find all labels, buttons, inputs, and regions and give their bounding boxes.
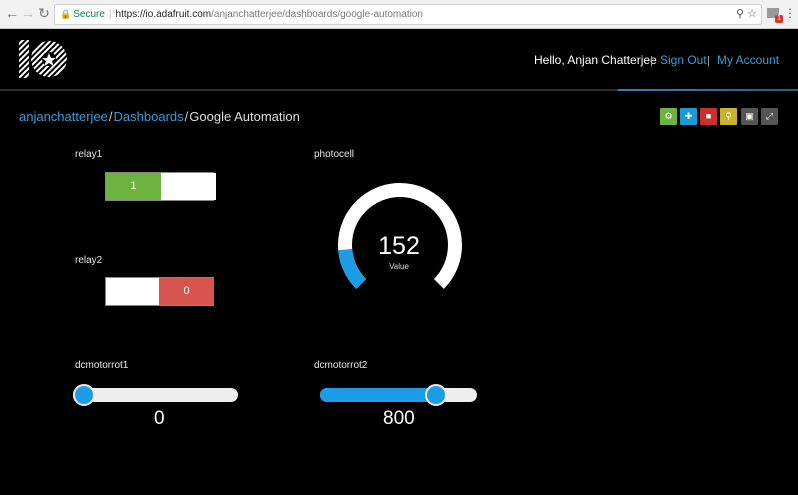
relay1-on-segment[interactable]: 1 xyxy=(106,173,161,200)
dcmotorrot2-thumb[interactable] xyxy=(425,384,448,406)
browser-toolbar: ← → ↻ 🔒 Secure | https://io.adafruit.com/an… xyxy=(0,0,798,29)
breadcrumb-separator: / xyxy=(108,109,113,124)
greeting: Hello, Anjan Chatterjee xyxy=(534,53,657,67)
breadcrumb-user-link[interactable]: anjanchatterjee xyxy=(19,109,108,124)
photocell-gauge: 152 Value xyxy=(330,168,470,308)
settings-button[interactable]: ⚙ xyxy=(660,108,677,125)
extension-icon[interactable]: 1 xyxy=(766,6,783,23)
adafruit-io-logo[interactable] xyxy=(18,38,68,80)
relay1-off-segment[interactable] xyxy=(161,173,216,200)
address-bar[interactable]: 🔒 Secure | https://io.adafruit.com/anjancha… xyxy=(54,4,762,25)
star-icon[interactable]: ☆ xyxy=(747,8,757,20)
relay2-toggle[interactable]: 0 xyxy=(105,277,214,306)
key-icon[interactable]: ⚲ xyxy=(736,8,744,20)
lock-icon: ▣ xyxy=(745,111,754,121)
dcmotorrot1-value: 0 xyxy=(154,408,165,429)
header-divider: | xyxy=(707,55,710,67)
page-title: Google Automation xyxy=(189,109,300,124)
photocell-value: 152 xyxy=(378,232,420,260)
relay2-on-segment[interactable] xyxy=(106,278,161,305)
dcmotorrot2-label: dcmotorrot2 xyxy=(314,360,368,371)
relay2-off-segment[interactable]: 0 xyxy=(159,278,214,305)
url-host: https://io.adafruit.com xyxy=(115,9,212,20)
header-divider: | xyxy=(650,55,653,67)
add-block-button[interactable]: ✚ xyxy=(680,108,697,125)
photocell-label: photocell xyxy=(314,149,355,160)
plus-icon: ✚ xyxy=(684,111,693,121)
gear-icon: ⚙ xyxy=(664,111,673,121)
url-separator: | xyxy=(108,9,112,20)
dcmotorrot1-slider[interactable] xyxy=(73,388,238,402)
photocell-caption: Value xyxy=(389,262,409,271)
relay1-label: relay1 xyxy=(75,149,103,160)
fullscreen-button[interactable]: ⤢ xyxy=(761,108,778,125)
dcmotorrot2-value: 800 xyxy=(383,408,415,429)
browser-menu-icon[interactable]: ⋮ xyxy=(784,5,796,21)
back-icon[interactable]: ← xyxy=(4,5,20,21)
dcmotorrot2-slider[interactable] xyxy=(320,388,477,402)
relay1-toggle[interactable]: 1 xyxy=(105,172,216,201)
my-account-link[interactable]: My Account xyxy=(717,53,779,67)
lock-icon: 🔒 xyxy=(60,9,72,19)
url-path: /anjanchatterjee/dashboards/google-autom… xyxy=(211,9,423,20)
breadcrumb-dashboards-link[interactable]: Dashboards xyxy=(114,109,184,124)
relay2-label: relay2 xyxy=(75,255,103,266)
breadcrumb: anjanchatterjee/Dashboards/Google Automa… xyxy=(19,109,300,124)
reload-icon[interactable]: ↻ xyxy=(36,5,52,21)
key-icon: ⚲ xyxy=(725,111,732,121)
breadcrumb-separator: / xyxy=(184,109,189,124)
key-button[interactable]: ⚲ xyxy=(720,108,737,125)
dcmotorrot1-thumb[interactable] xyxy=(73,384,95,406)
lock-button[interactable]: ▣ xyxy=(741,108,758,125)
dcmotorrot2-fill xyxy=(320,388,437,402)
gauge-fill xyxy=(338,248,367,289)
extension-badge: 1 xyxy=(775,15,783,23)
delete-block-button[interactable]: ■ xyxy=(700,108,717,125)
forward-icon[interactable]: → xyxy=(20,5,36,21)
secure-label: Secure xyxy=(73,9,105,20)
dcmotorrot1-label: dcmotorrot1 xyxy=(75,360,129,371)
sign-out-link[interactable]: Sign Out xyxy=(660,53,707,67)
header-accent-line xyxy=(618,89,798,91)
trash-icon: ■ xyxy=(705,111,712,121)
omnibox-actions: ⚲ ☆ xyxy=(736,5,757,24)
expand-icon: ⤢ xyxy=(765,111,774,121)
